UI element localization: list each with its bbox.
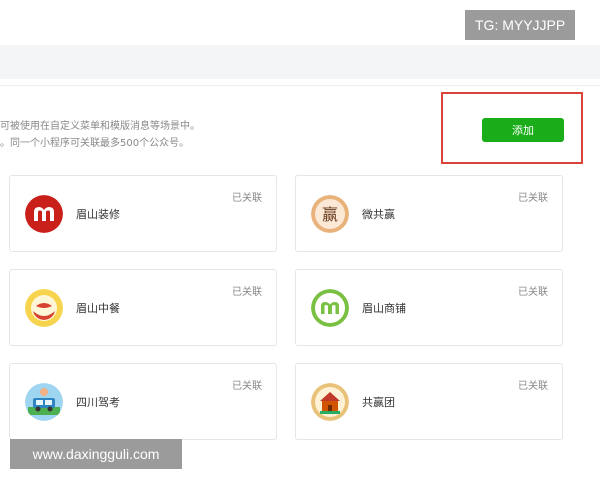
linked-account-card[interactable]: 赢 微共赢 已关联	[295, 175, 563, 252]
watermark-top: TG: MYYJJPP	[465, 10, 576, 40]
watermark-bottom: www.daxingguli.com	[10, 439, 182, 469]
account-name: 共赢团	[362, 396, 395, 409]
status-label: 已关联	[232, 193, 262, 204]
linked-account-card[interactable]: 眉山商铺 已关联	[295, 269, 563, 346]
top-bar	[0, 45, 600, 79]
account-name: 微共赢	[362, 208, 395, 221]
status-label: 已关联	[232, 381, 262, 392]
linked-account-card[interactable]: 四川驾考 已关联	[9, 363, 277, 440]
linked-account-card[interactable]: 眉山装修 已关联	[9, 175, 277, 252]
status-label: 已关联	[518, 381, 548, 392]
account-name: 眉山中餐	[76, 302, 120, 315]
status-label: 已关联	[518, 193, 548, 204]
linked-account-card[interactable]: 共赢团 已关联	[295, 363, 563, 440]
description-line-1: 可被使用在自定义菜单和模版消息等场景中。	[0, 121, 200, 132]
status-label: 已关联	[518, 287, 548, 298]
linked-account-card[interactable]: 眉山中餐 已关联	[9, 269, 277, 346]
status-label: 已关联	[232, 287, 262, 298]
m-logo-green-icon	[311, 289, 349, 327]
group-house-logo-icon	[311, 383, 349, 421]
add-button[interactable]: 添加	[482, 118, 564, 142]
account-name: 眉山装修	[76, 208, 120, 221]
m-logo-red-icon	[25, 195, 63, 233]
description-line-2: 。同一个小程序可关联最多500个公众号。	[0, 138, 190, 149]
ying-character-logo-icon: 赢	[311, 195, 349, 233]
account-name: 四川驾考	[76, 396, 120, 409]
svg-text:赢: 赢	[322, 205, 338, 224]
driving-exam-logo-icon	[25, 383, 63, 421]
chinese-food-logo-icon	[25, 289, 63, 327]
section-divider	[0, 85, 600, 86]
description: 可被使用在自定义菜单和模版消息等场景中。 。同一个小程序可关联最多500个公众号…	[0, 118, 200, 152]
account-name: 眉山商铺	[362, 302, 406, 315]
